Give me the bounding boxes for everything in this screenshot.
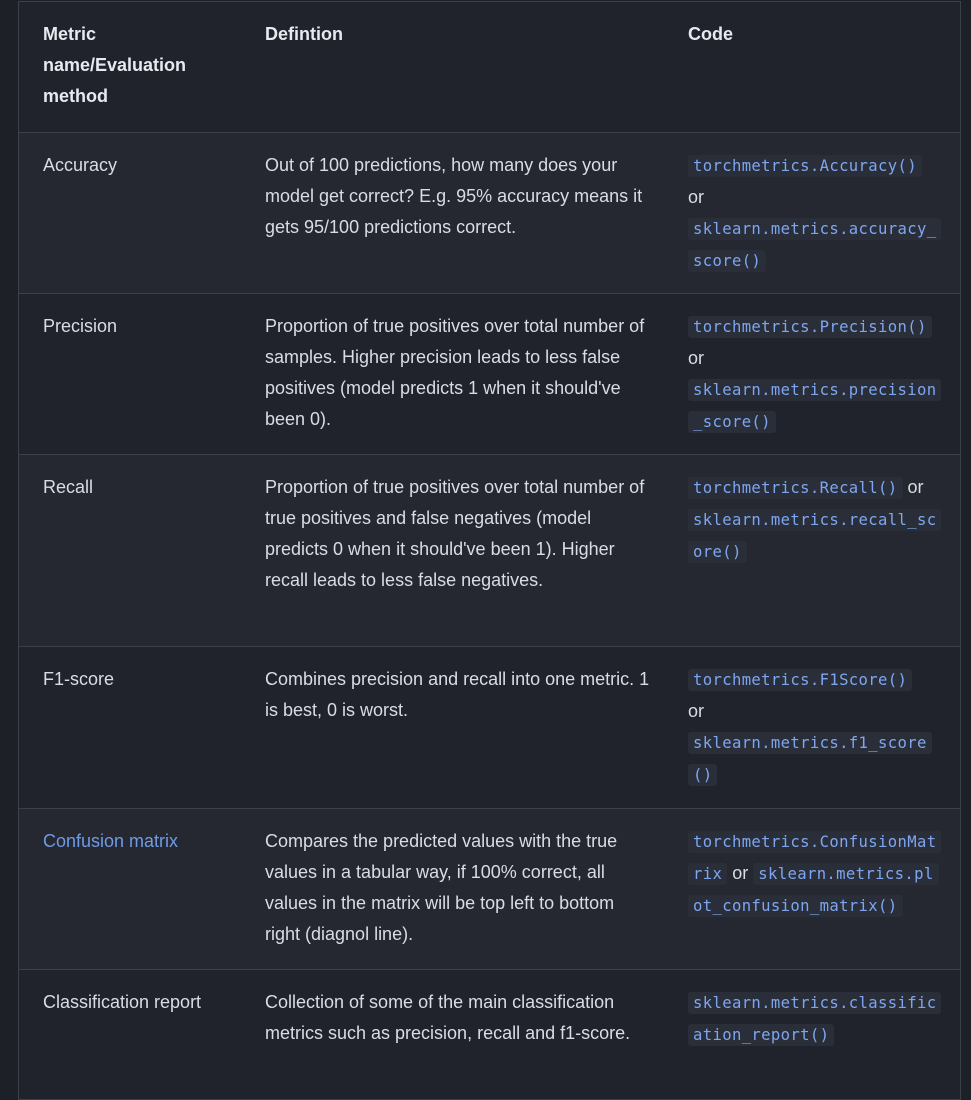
table-row-recall: Recall Proportion of true positives over…: [19, 455, 960, 647]
code-snippet: sklearn.metrics.f1_score(): [688, 732, 932, 786]
metric-code: torchmetrics.Precision() or sklearn.metric…: [663, 294, 960, 454]
table-row-accuracy: Accuracy Out of 100 predictions, how man…: [19, 133, 960, 294]
header-definition: Defintion: [265, 24, 343, 44]
metric-definition: Out of 100 predictions, how many does yo…: [265, 155, 643, 237]
metric-definition: Proportion of true positives over total …: [265, 477, 645, 590]
or-text: or: [907, 477, 924, 497]
or-text: or: [732, 863, 749, 883]
metric-definition: Combines precision and recall into one m…: [265, 669, 650, 720]
header-metric-name: Metric name/Evaluation method: [43, 24, 187, 106]
code-snippet: sklearn.metrics.precision_score(): [688, 379, 942, 433]
code-snippet: sklearn.metrics.recall_score(): [688, 509, 942, 563]
metric-name: Classification report: [43, 992, 202, 1012]
code-snippet: torchmetrics.Precision(): [688, 316, 932, 338]
metric-name: Confusion matrix: [19, 809, 240, 969]
metric-definition: Proportion of true positives over total …: [265, 316, 645, 429]
code-snippet: sklearn.metrics.accuracy_score(): [688, 218, 942, 272]
or-text: or: [688, 701, 705, 721]
code-snippet: torchmetrics.F1Score(): [688, 669, 913, 691]
metric-definition: Compares the predicted values with the t…: [265, 831, 618, 944]
or-text: or: [688, 187, 705, 207]
or-text: or: [688, 348, 705, 368]
metric-code: torchmetrics.Accuracy() or sklearn.metrics…: [663, 133, 960, 293]
metric-code: sklearn.metrics.classification_report(): [663, 970, 960, 1099]
metric-code: torchmetrics.Recall() or sklearn.metrics…: [663, 455, 960, 646]
metrics-table: Metric name/Evaluation method Defintion …: [18, 1, 961, 1100]
table-row-classification-report: Classification report Collection of some…: [19, 970, 960, 1100]
metric-definition: Collection of some of the main classific…: [265, 992, 631, 1043]
table-row-f1-score: F1-score Combines precision and recall i…: [19, 647, 960, 809]
metric-name: F1-score: [43, 669, 115, 689]
metric-name: Precision: [43, 316, 118, 336]
metric-name: Accuracy: [43, 155, 118, 175]
confusion-matrix-link[interactable]: Confusion matrix: [43, 831, 178, 851]
code-snippet: torchmetrics.Accuracy(): [688, 155, 922, 177]
header-code: Code: [688, 24, 733, 44]
table-row-confusion-matrix: Confusion matrix Compares the predicted …: [19, 809, 960, 970]
metric-code: torchmetrics.F1Score() or sklearn.metrics.…: [663, 647, 960, 808]
code-snippet: torchmetrics.Recall(): [688, 477, 903, 499]
table-header-row: Metric name/Evaluation method Defintion …: [19, 2, 960, 133]
metric-name: Recall: [43, 477, 94, 497]
table-row-precision: Precision Proportion of true positives o…: [19, 294, 960, 455]
code-snippet: sklearn.metrics.classification_report(): [688, 992, 942, 1046]
metric-code: torchmetrics.ConfusionMatrix or sklearn.…: [663, 809, 960, 969]
